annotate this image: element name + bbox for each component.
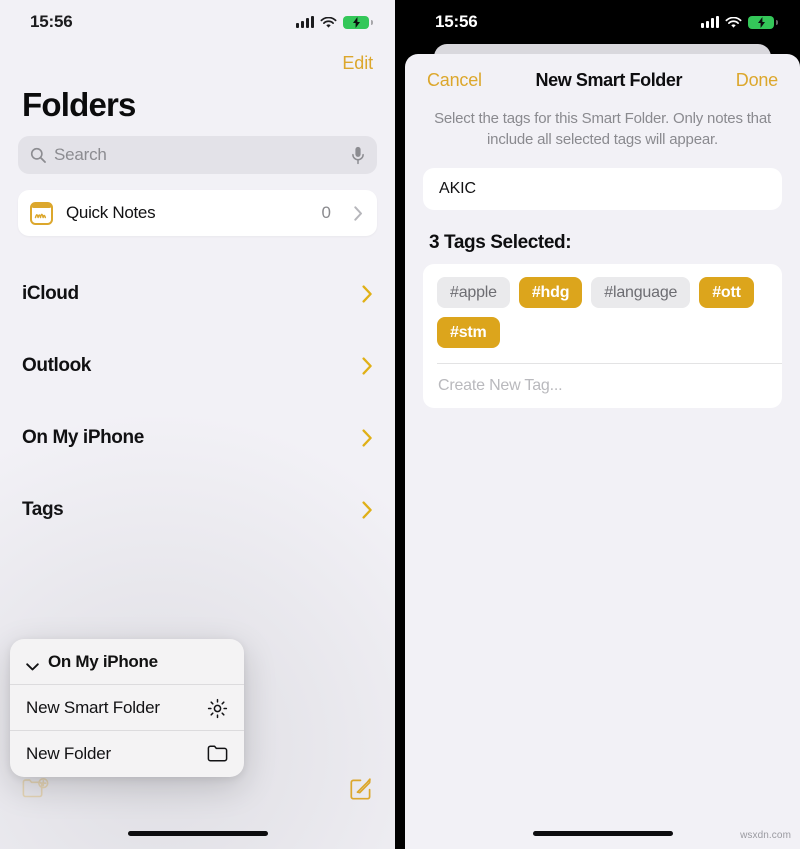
folder-name-input[interactable]: AKIC (423, 168, 782, 210)
done-button[interactable]: Done (736, 70, 778, 91)
folder-label: iCloud (22, 283, 79, 304)
quick-notes-label: Quick Notes (66, 203, 156, 222)
quick-notes-row[interactable]: Quick Notes 0 (18, 190, 377, 236)
quick-notes-count: 0 (321, 203, 331, 222)
folder-row-outlook[interactable]: Outlook (22, 330, 373, 402)
wifi-icon (725, 16, 742, 28)
folder-name-value: AKIC (439, 180, 476, 197)
tags-card: #apple #hdg #language #ott #stm Create N… (423, 264, 782, 408)
status-bar-clock: 15:56 (30, 12, 73, 31)
new-folder-icon[interactable] (22, 777, 50, 800)
gear-icon (207, 698, 228, 718)
battery-charging-icon (748, 15, 778, 29)
context-menu: On My iPhone New Smart Folder New Folder (10, 639, 244, 777)
status-bar-icons (701, 15, 778, 29)
search-placeholder: Search (54, 145, 107, 164)
context-menu-item-new-smart-folder[interactable]: New Smart Folder (10, 685, 244, 731)
tags-grid: #apple #hdg #language #ott #stm (423, 264, 782, 363)
right-status-bar: 15:56 (405, 0, 800, 44)
search-container: Search (0, 136, 395, 174)
context-menu-header-on-my-iphone[interactable]: On My iPhone (10, 639, 244, 685)
chevron-right-icon (362, 357, 373, 375)
compose-icon[interactable] (349, 777, 373, 801)
sheet-description: Select the tags for this Smart Folder. O… (434, 110, 771, 148)
wifi-icon (320, 16, 337, 28)
folder-icon (207, 744, 228, 764)
sheet-title: New Smart Folder (535, 69, 683, 90)
chevron-right-icon (362, 285, 373, 303)
quick-note-icon (30, 201, 53, 225)
status-bar-icons (296, 15, 373, 29)
left-phone-screen: 15:56 Edit Folders Search Quick Notes 0 … (0, 0, 395, 849)
search-input[interactable]: Search (18, 136, 377, 174)
tag-chip-stm[interactable]: #stm (437, 317, 500, 348)
folder-list: iCloud Outlook On My iPhone Tags (0, 236, 395, 546)
new-smart-folder-sheet: Cancel New Smart Folder Done Select the … (405, 54, 800, 849)
sheet-nav-bar: Cancel New Smart Folder Done (405, 54, 800, 106)
folder-row-on-my-iphone[interactable]: On My iPhone (22, 402, 373, 474)
dual-screenshot-container: 15:56 Edit Folders Search Quick Notes 0 … (0, 0, 800, 849)
chevron-right-icon (362, 501, 373, 519)
home-indicator (127, 831, 268, 836)
left-nav-bar: Edit (0, 44, 395, 82)
tag-chip-hdg[interactable]: #hdg (518, 277, 583, 308)
cancel-button[interactable]: Cancel (427, 70, 482, 91)
watermark: wsxdn.com (740, 830, 791, 841)
tag-chip-apple[interactable]: #apple (437, 277, 510, 308)
create-new-tag-input[interactable]: Create New Tag... (423, 364, 782, 408)
context-menu-header-label: On My iPhone (48, 651, 158, 671)
battery-charging-icon (343, 15, 373, 29)
search-icon (30, 147, 46, 163)
screen-divider (395, 0, 405, 849)
folder-row-tags[interactable]: Tags (22, 474, 373, 546)
status-bar-clock: 15:56 (435, 12, 478, 31)
tag-chip-language[interactable]: #language (591, 277, 691, 308)
signal-bars-icon (296, 16, 314, 28)
context-menu-item-new-folder[interactable]: New Folder (10, 731, 244, 777)
home-indicator (532, 831, 673, 836)
left-status-bar: 15:56 (0, 0, 395, 44)
folder-label: Tags (22, 499, 64, 520)
quick-notes-container: Quick Notes 0 (0, 174, 395, 236)
tags-selected-heading: 3 Tags Selected: (429, 232, 572, 253)
context-menu-item-label: New Smart Folder (26, 697, 160, 717)
signal-bars-icon (701, 16, 719, 28)
tag-chip-ott[interactable]: #ott (699, 277, 754, 308)
folder-label: Outlook (22, 355, 91, 376)
page-title: Folders (22, 86, 136, 123)
context-menu-item-label: New Folder (26, 744, 111, 763)
chevron-down-icon (26, 658, 39, 670)
folder-row-icloud[interactable]: iCloud (22, 258, 373, 330)
chevron-right-icon (362, 429, 373, 447)
microphone-icon[interactable] (351, 146, 365, 165)
folder-label: On My iPhone (22, 427, 144, 448)
edit-button[interactable]: Edit (342, 53, 373, 74)
right-phone-screen: 15:56 Cancel New Smart Folder Done Selec… (405, 0, 800, 849)
chevron-right-icon (354, 205, 363, 221)
